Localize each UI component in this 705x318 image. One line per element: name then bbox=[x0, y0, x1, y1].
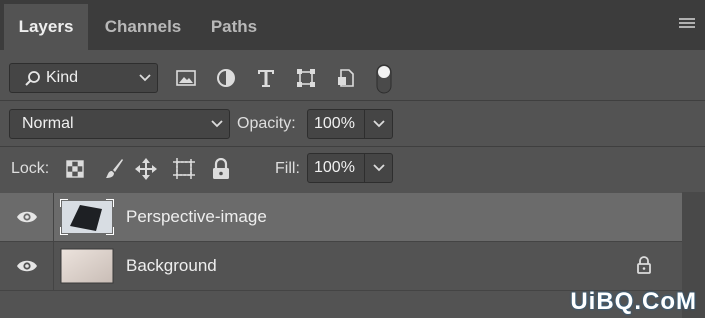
visibility-toggle[interactable] bbox=[0, 242, 54, 290]
lock-transparent-pixels-icon[interactable] bbox=[64, 158, 86, 180]
layer-name[interactable]: Perspective-image bbox=[126, 207, 267, 227]
visibility-toggle[interactable] bbox=[0, 193, 54, 241]
lock-image-pixels-icon[interactable] bbox=[102, 157, 126, 181]
opacity-label: Opacity: bbox=[237, 115, 296, 132]
layer-row-perspective-image[interactable]: Perspective-image bbox=[0, 193, 682, 241]
chevron-down-icon bbox=[372, 120, 385, 128]
search-icon bbox=[25, 71, 40, 86]
blend-mode-value: Normal bbox=[22, 115, 74, 132]
lock-artboard-icon[interactable] bbox=[171, 157, 197, 181]
filter-toggle-icon[interactable] bbox=[374, 63, 394, 95]
chevron-down-icon bbox=[372, 164, 385, 172]
eye-icon bbox=[16, 260, 37, 272]
blend-mode-dropdown[interactable]: Normal bbox=[9, 109, 230, 139]
lock-label: Lock: bbox=[11, 160, 50, 177]
tab-layers[interactable]: Layers bbox=[4, 4, 88, 50]
tab-paths[interactable]: Paths bbox=[198, 4, 270, 50]
layer-lock-icon bbox=[636, 256, 652, 279]
opacity-input[interactable]: 100% bbox=[307, 109, 365, 139]
layer-thumbnail bbox=[60, 248, 114, 284]
adjustment-filter-icon[interactable] bbox=[214, 66, 238, 90]
eye-icon bbox=[16, 211, 37, 223]
type-filter-icon[interactable] bbox=[254, 66, 278, 90]
image-filter-icon[interactable] bbox=[174, 66, 198, 90]
smart-object-filter-icon[interactable] bbox=[334, 66, 358, 90]
lock-all-icon[interactable] bbox=[210, 157, 232, 181]
fill-label: Fill: bbox=[275, 160, 300, 177]
shape-filter-icon[interactable] bbox=[294, 66, 318, 90]
filter-kind-dropdown[interactable]: Kind bbox=[9, 63, 158, 93]
fill-dropdown-button[interactable] bbox=[365, 153, 393, 183]
tab-channels[interactable]: Channels bbox=[92, 4, 194, 50]
filter-kind-label: Kind bbox=[46, 69, 79, 86]
layer-name[interactable]: Background bbox=[126, 256, 217, 276]
layer-row-background[interactable]: Background bbox=[0, 242, 682, 290]
layer-thumbnail bbox=[59, 198, 115, 236]
panel-tab-bar: Layers Channels Paths bbox=[0, 0, 705, 50]
opacity-dropdown-button[interactable] bbox=[365, 109, 393, 139]
chevron-down-icon bbox=[211, 120, 223, 128]
panel-menu-icon[interactable] bbox=[679, 18, 695, 30]
lock-position-icon[interactable] bbox=[134, 157, 158, 181]
chevron-down-icon bbox=[139, 74, 151, 82]
watermark: UiBQ.CoM bbox=[570, 288, 697, 315]
fill-input[interactable]: 100% bbox=[307, 153, 365, 183]
